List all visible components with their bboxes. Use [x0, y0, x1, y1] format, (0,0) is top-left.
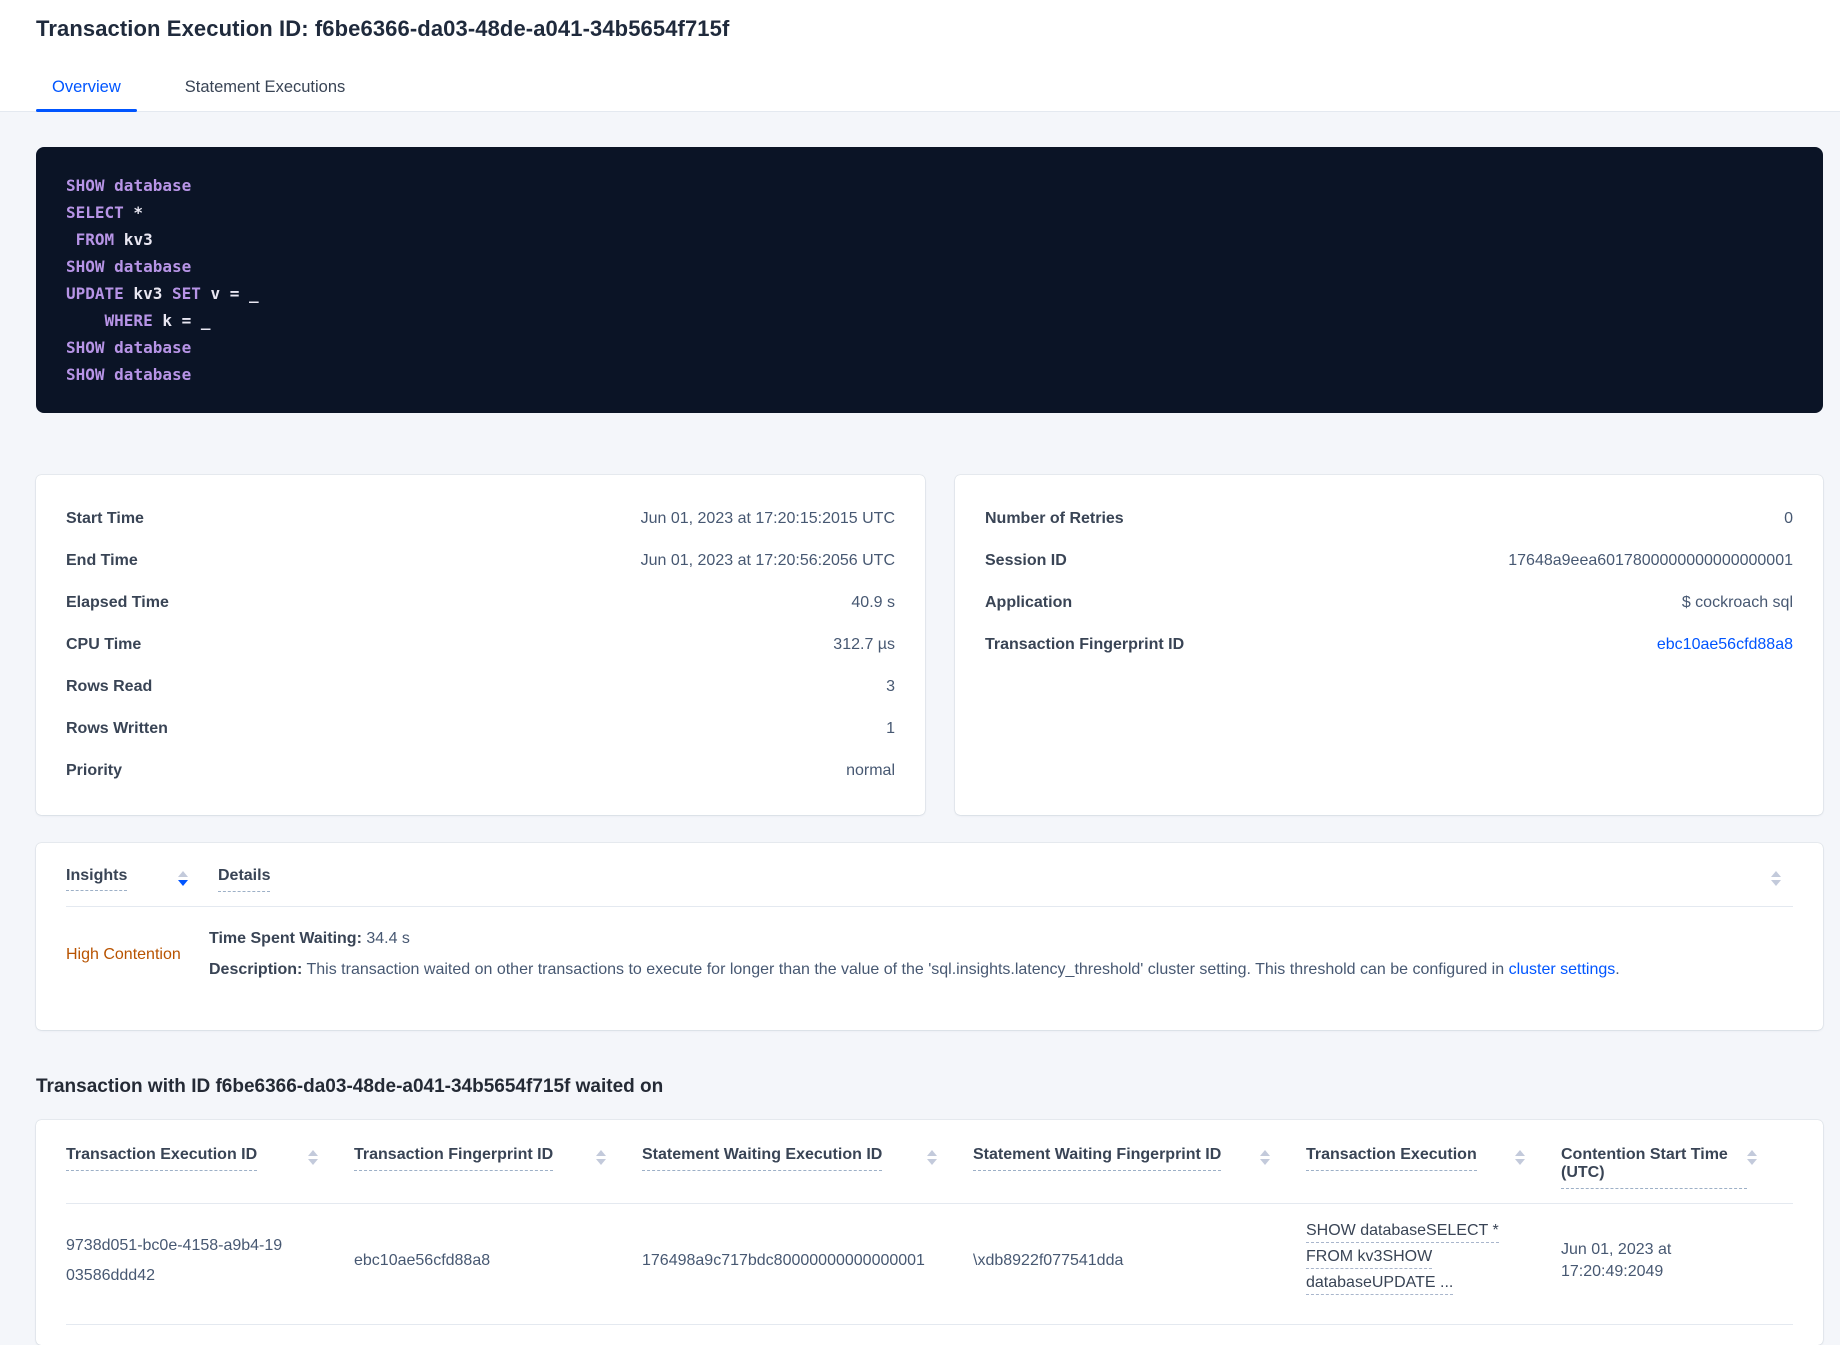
insights-card: Insights Details High Contention Time Sp…: [36, 843, 1823, 1030]
insight-details: Time Spent Waiting: 34.4 s Description: …: [209, 929, 1793, 980]
summary-row: Elapsed Time 40.9 s: [66, 595, 895, 611]
row-label: Start Time: [66, 510, 144, 527]
cell-txn-execution-id: 9738d051-bc0e-4158-a9b4-1903586ddd42: [66, 1237, 283, 1284]
summary-row: Transaction Fingerprint ID ebc10ae56cfd8…: [985, 637, 1793, 653]
insights-column-header[interactable]: Insights: [66, 867, 128, 891]
sort-icon[interactable]: [1260, 1150, 1270, 1165]
summary-row: Rows Written 1: [66, 721, 895, 737]
row-value: 17648a9eea6017800000000000000001: [1508, 552, 1793, 569]
cell-txn-execution-link[interactable]: SHOW databaseSELECT * FROM kv3SHOW datab…: [1306, 1222, 1561, 1300]
row-value: 40.9 s: [851, 594, 895, 611]
row-value: $ cockroach sql: [1681, 594, 1793, 611]
insights-table-header: Insights Details: [66, 867, 1793, 892]
insight-description: Description: This transaction waited on …: [209, 961, 1620, 978]
insight-row: High Contention Time Spent Waiting: 34.4…: [66, 907, 1793, 980]
summary-cards-row: Start Time Jun 01, 2023 at 17:20:15:2015…: [36, 475, 1823, 815]
summary-row: End Time Jun 01, 2023 at 17:20:56:2056 U…: [66, 553, 895, 569]
summary-row: Start Time Jun 01, 2023 at 17:20:15:2015…: [66, 511, 895, 527]
row-value: 1: [886, 720, 895, 737]
waited-on-table-card: Transaction Execution ID Transaction Fin…: [36, 1120, 1823, 1345]
sort-icon[interactable]: [927, 1150, 937, 1165]
sort-icon[interactable]: [1747, 1150, 1757, 1165]
sort-icon[interactable]: [1771, 871, 1781, 886]
row-label: Rows Read: [66, 678, 153, 695]
row-label: End Time: [66, 552, 138, 569]
row-label: Application: [985, 594, 1073, 611]
summary-row: Number of Retries 0: [985, 511, 1793, 527]
transaction-fingerprint-link[interactable]: ebc10ae56cfd88a8: [1657, 637, 1793, 653]
column-header-txn-fingerprint-id[interactable]: Transaction Fingerprint ID: [354, 1146, 642, 1189]
waited-on-table-header: Transaction Execution ID Transaction Fin…: [66, 1146, 1793, 1189]
insight-type-label: High Contention: [66, 945, 181, 963]
row-value: normal: [846, 762, 895, 779]
summary-row: Application $ cockroach sql: [985, 595, 1793, 611]
sort-icon[interactable]: [178, 871, 188, 886]
tab-overview[interactable]: Overview: [36, 68, 137, 112]
row-value: Jun 01, 2023 at 17:20:15:2015 UTC: [640, 510, 895, 527]
table-row: 9738d051-bc0e-4158-a9b4-1903586ddd42 ebc…: [66, 1204, 1793, 1324]
column-header-txn-execution[interactable]: Transaction Execution: [1306, 1146, 1561, 1189]
summary-row: Priority normal: [66, 763, 895, 779]
page-header: Transaction Execution ID: f6be6366-da03-…: [0, 0, 1840, 112]
sql-statements: SHOW database SELECT * FROM kv3 SHOW datab…: [66, 176, 259, 384]
row-label: Transaction Fingerprint ID: [985, 636, 1185, 653]
cell-contention-start-time: Jun 01, 2023 at 17:20:49:2049: [1561, 1241, 1672, 1280]
row-label: Number of Retries: [985, 510, 1124, 527]
row-value: 0: [1784, 510, 1793, 527]
sort-icon[interactable]: [308, 1150, 318, 1165]
row-label: Session ID: [985, 552, 1067, 569]
tab-bar: Overview Statement Executions: [36, 68, 1804, 112]
transaction-sql-box: SHOW database SELECT * FROM kv3 SHOW datab…: [36, 147, 1823, 413]
column-header-stmt-waiting-fingerprint-id[interactable]: Statement Waiting Fingerprint ID: [973, 1146, 1306, 1189]
sort-icon[interactable]: [596, 1150, 606, 1165]
row-value: Jun 01, 2023 at 17:20:56:2056 UTC: [640, 552, 895, 569]
row-label: Rows Written: [66, 720, 168, 737]
row-label: Elapsed Time: [66, 594, 169, 611]
waited-on-heading: Transaction with ID f6be6366-da03-48de-a…: [36, 1076, 664, 1097]
page-title: Transaction Execution ID: f6be6366-da03-…: [36, 16, 730, 41]
time-spent-waiting: Time Spent Waiting: 34.4 s: [209, 930, 410, 947]
page-content: SHOW database SELECT * FROM kv3 SHOW datab…: [0, 112, 1840, 1345]
cluster-settings-link[interactable]: cluster settings: [1509, 961, 1616, 978]
sort-icon[interactable]: [1515, 1150, 1525, 1165]
row-label: CPU Time: [66, 636, 142, 653]
cell-stmt-waiting-execution-id: 176498a9c717bdc80000000000000001: [642, 1252, 925, 1269]
divider: [66, 1324, 1793, 1325]
session-summary-card: Number of Retries 0 Session ID 17648a9ee…: [955, 475, 1823, 815]
summary-row: Session ID 17648a9eea6017800000000000000…: [985, 553, 1793, 569]
summary-row: Rows Read 3: [66, 679, 895, 695]
row-label: Priority: [66, 762, 123, 779]
row-value: 312.7 µs: [833, 636, 895, 653]
timing-summary-card: Start Time Jun 01, 2023 at 17:20:15:2015…: [36, 475, 925, 815]
column-header-txn-execution-id[interactable]: Transaction Execution ID: [66, 1146, 354, 1189]
row-value: 3: [886, 678, 895, 695]
tab-statement-executions[interactable]: Statement Executions: [169, 68, 362, 111]
column-header-contention-start-time[interactable]: Contention Start Time (UTC): [1561, 1146, 1793, 1189]
summary-row: CPU Time 312.7 µs: [66, 637, 895, 653]
details-column-header[interactable]: Details: [218, 867, 271, 892]
column-header-stmt-waiting-execution-id[interactable]: Statement Waiting Execution ID: [642, 1146, 973, 1189]
cell-stmt-waiting-fingerprint-id: \xdb8922f077541dda: [973, 1252, 1124, 1269]
cell-txn-fingerprint-id: ebc10ae56cfd88a8: [354, 1252, 491, 1269]
